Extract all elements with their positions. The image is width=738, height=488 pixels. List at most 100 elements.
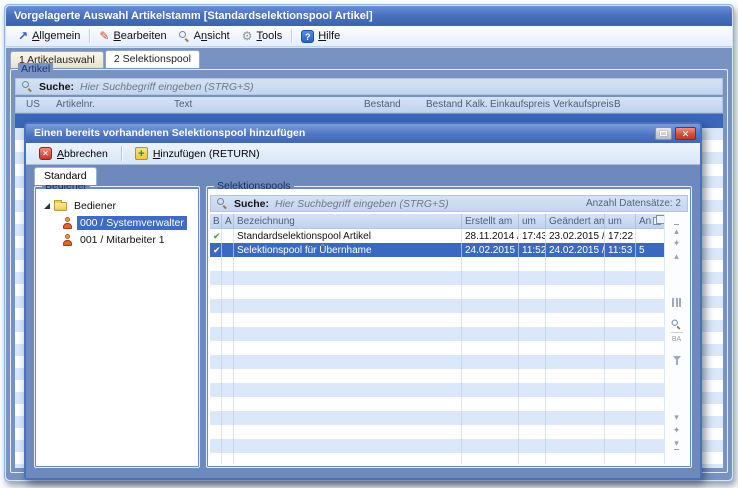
col-artikelnr[interactable]: Artikelnr.	[56, 99, 95, 110]
columns-icon[interactable]	[672, 298, 681, 307]
col-b[interactable]: B	[614, 99, 621, 110]
menu-separator	[291, 29, 292, 43]
window-titlebar[interactable]: Vorgelagerte Auswahl Artikelstamm [Stand…	[6, 6, 732, 26]
pools-table-header[interactable]: B A Bezeichnung Erstellt am um Geändert …	[210, 214, 664, 229]
col-um-2[interactable]: um	[605, 214, 636, 228]
menu-bearbeiten-label: Bearbeiten	[113, 30, 166, 42]
scroll-up-icon[interactable]: ▴	[674, 250, 679, 263]
main-window: Vorgelagerte Auswahl Artikelstamm [Stand…	[4, 4, 734, 482]
menu-hilfe[interactable]: ? Hilfe	[295, 29, 346, 44]
tree-item-mitarbeiter1[interactable]: 001 / Mitarbeiter 1	[36, 231, 198, 248]
table-row-empty[interactable]	[210, 257, 664, 271]
table-side-toolbar: ▴ ✦ ▴ BA	[664, 214, 688, 464]
col-bezeichnung[interactable]: Bezeichnung	[234, 214, 462, 228]
selektionspools-panel: Suche: Hier Suchbegriff eingeben (STRG+S…	[208, 189, 690, 466]
restore-button[interactable]	[655, 127, 672, 140]
table-row-empty[interactable]	[210, 369, 664, 383]
table-row-empty[interactable]	[210, 285, 664, 299]
table-row-selektionspool-uebernahme-selected[interactable]: ✔ Selektionspool für Übernhame 24.02.201…	[210, 243, 664, 257]
table-row-empty[interactable]	[210, 313, 664, 327]
cancel-icon: ✕	[39, 147, 52, 160]
cell-bezeichnung: Standardselektionspool Artikel	[234, 229, 462, 243]
record-count: Anzahl Datensätze: 2	[586, 198, 681, 209]
cancel-button[interactable]: ✕ Abbrechen	[34, 145, 113, 162]
cell-erstellt-am: 24.02.2015 /Di	[462, 243, 519, 257]
tree-item-systemverwalter[interactable]: 000 / Systemverwalter	[36, 214, 198, 231]
table-row-empty[interactable]	[210, 439, 664, 453]
table-row-empty[interactable]	[210, 327, 664, 341]
cell-bezeichnung: Selektionspool für Übernhame	[234, 243, 462, 257]
scroll-down-icon[interactable]: ▾	[674, 411, 679, 424]
table-row-empty[interactable]	[210, 397, 664, 411]
table-row-empty[interactable]	[210, 299, 664, 313]
table-search-icon[interactable]	[672, 319, 682, 329]
user-icon	[62, 234, 73, 246]
toolbar-separator	[121, 146, 122, 161]
pools-search-label: Suche:	[234, 198, 269, 210]
table-row-empty[interactable]	[210, 355, 664, 369]
table-row-empty[interactable]	[210, 341, 664, 355]
dialog-titlebar[interactable]: Einen bereits vorhandenen Selektionspool…	[26, 124, 700, 143]
gear-icon: ⚙	[242, 31, 253, 41]
check-icon: ✔	[213, 231, 221, 242]
menu-allgemein[interactable]: ↗ Allgemein	[12, 29, 86, 43]
menu-ansicht[interactable]: Ansicht	[173, 29, 236, 43]
table-row-standardselektionspool[interactable]: ✔ Standardselektionspool Artikel 28.11.2…	[210, 229, 664, 243]
filter-funnel-icon[interactable]	[673, 356, 681, 361]
menu-hilfe-label: Hilfe	[318, 30, 340, 42]
col-um-1[interactable]: um	[519, 214, 546, 228]
col-us[interactable]: US	[26, 99, 40, 110]
tree-expander-icon[interactable]	[44, 203, 50, 209]
scroll-last-icon[interactable]: ▾	[674, 437, 679, 450]
menu-bearbeiten[interactable]: ✎ Bearbeiten	[93, 29, 172, 43]
sort-ba-icon[interactable]: BA	[672, 335, 681, 344]
tree-item-label[interactable]: 000 / Systemverwalter	[77, 216, 187, 230]
bediener-groupbox: Bediener Bediener 000 / Syst	[34, 186, 200, 468]
col-bestand[interactable]: Bestand	[364, 99, 401, 110]
search-icon	[217, 198, 228, 209]
tab-standard[interactable]: Standard	[34, 167, 97, 185]
check-icon: ✔	[213, 245, 221, 256]
table-row-empty[interactable]	[210, 425, 664, 439]
window-title: Vorgelagerte Auswahl Artikelstamm [Stand…	[14, 10, 373, 22]
col-erstellt-am[interactable]: Erstellt am	[462, 214, 519, 228]
cell-an	[636, 229, 664, 243]
col-geaendert-am[interactable]: Geändert am	[546, 214, 605, 228]
col-text[interactable]: Text	[174, 99, 192, 110]
add-label: Hinzufügen (RETURN)	[153, 148, 260, 160]
pools-search-bar[interactable]: Suche: Hier Suchbegriff eingeben (STRG+S…	[210, 195, 688, 212]
table-row-empty[interactable]	[210, 383, 664, 397]
tree-item-label[interactable]: 001 / Mitarbeiter 1	[77, 233, 168, 247]
close-button[interactable]: ✕	[675, 127, 696, 140]
table-row-empty[interactable]	[210, 271, 664, 285]
move-down-icon[interactable]: ✦	[673, 424, 681, 437]
menu-allgemein-label: Allgemein	[32, 30, 80, 42]
col-einkaufspreis[interactable]: Einkaufspreis	[490, 99, 550, 110]
artikel-table-header[interactable]: US Artikelnr. Text Bestand Bestand Kalk.…	[15, 97, 723, 113]
cell-geaendert-am: 23.02.2015 /Mo	[546, 229, 605, 243]
cell-geaendert-am: 24.02.2015 /Di	[546, 243, 605, 257]
col-b[interactable]: B	[210, 214, 222, 228]
menu-separator	[89, 29, 90, 43]
col-bestand-kalk[interactable]: Bestand Kalk.	[426, 99, 488, 110]
arrow-ne-icon: ↗	[18, 31, 28, 41]
col-an[interactable]: An	[636, 214, 664, 228]
artikel-search-bar[interactable]: Suche: Hier Suchbegriff eingeben (STRG+S…	[15, 78, 723, 95]
table-row-empty[interactable]	[210, 453, 664, 464]
add-button[interactable]: + Hinzufügen (RETURN)	[130, 145, 265, 162]
scroll-first-icon[interactable]: ▴	[674, 224, 679, 237]
move-up-icon[interactable]: ✦	[673, 237, 681, 250]
bediener-tree: Bediener 000 / Systemverwalter 001 / Mit…	[36, 189, 198, 248]
col-verkaufspreis[interactable]: Verkaufspreis	[553, 99, 614, 110]
pools-empty-rows	[210, 257, 664, 464]
tab-selektionspool[interactable]: 2 Selektionspool	[105, 50, 200, 68]
window-content: 1 Artikelauswahl 2 Selektionspool Artike…	[6, 48, 732, 480]
selektionspools-groupbox: Selektionspools Suche: Hier Suchbegriff …	[206, 186, 692, 468]
menu-tools[interactable]: ⚙ Tools	[236, 29, 288, 43]
pools-table: B A Bezeichnung Erstellt am um Geändert …	[210, 214, 664, 464]
table-row-empty[interactable]	[210, 411, 664, 425]
tree-root-bediener[interactable]: Bediener	[36, 197, 198, 214]
dialog-body: Standard Bediener Bediener	[26, 165, 700, 478]
col-a[interactable]: A	[222, 214, 234, 228]
cancel-label: Abbrechen	[57, 148, 108, 160]
